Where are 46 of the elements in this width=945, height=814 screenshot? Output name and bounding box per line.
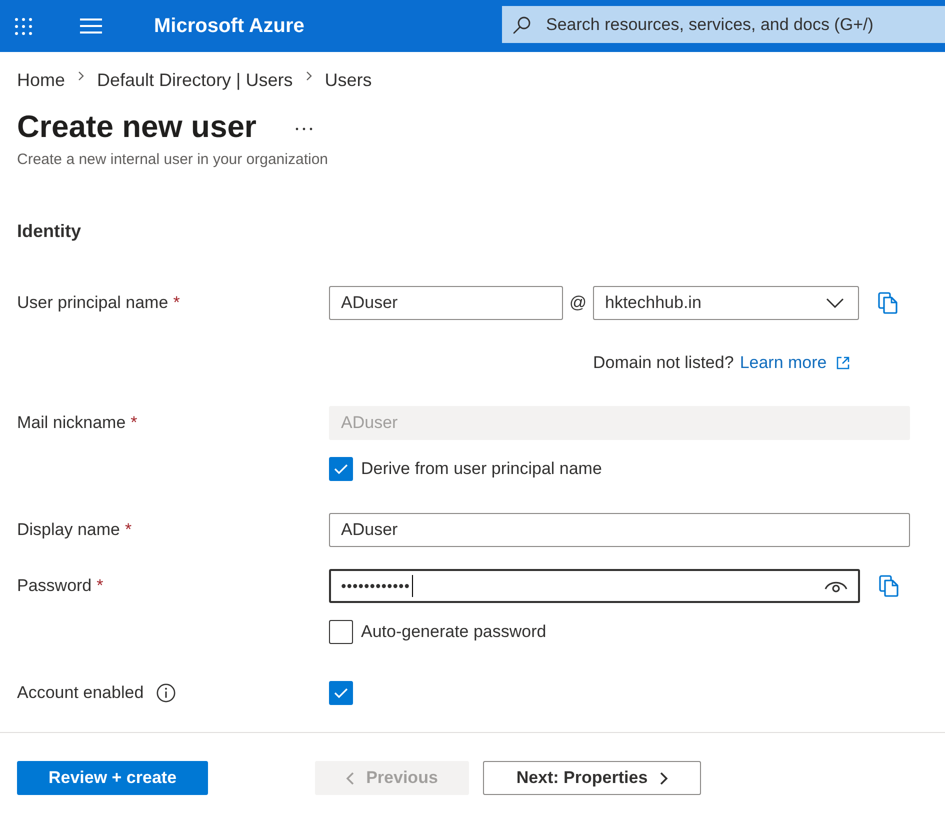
section-heading: Identity [17, 220, 82, 243]
more-icon[interactable] [294, 127, 312, 131]
checkbox[interactable] [329, 620, 353, 644]
helper-text: Domain not listed? [593, 353, 734, 373]
learn-more-link[interactable]: Learn more [740, 353, 850, 373]
checkbox[interactable] [329, 681, 353, 705]
chevron-right-icon [660, 772, 668, 784]
required-mark: * [96, 576, 104, 596]
chevron-down-icon [826, 298, 844, 308]
field-label: Password [17, 576, 92, 596]
username-field[interactable]: ADuser [329, 286, 563, 320]
page-title: Create new user [17, 109, 256, 145]
at-sign: @ [568, 293, 588, 313]
search-field[interactable]: Search resources, services, and docs (G+/) [502, 6, 945, 43]
next-button[interactable]: Next: Properties [483, 761, 701, 795]
checkbox-label: Auto-generate password [361, 622, 546, 642]
page-subtitle: Create a new internal user in your organization [17, 150, 328, 170]
required-mark: * [130, 413, 138, 433]
external-link-icon [836, 356, 850, 370]
copy-icon[interactable] [878, 292, 898, 314]
field-label: Account enabled [17, 683, 144, 703]
field-label: Display name [17, 520, 120, 540]
field-label: User principal name [17, 293, 168, 313]
domain-dropdown[interactable]: hktechhub.in [593, 286, 859, 320]
text-field[interactable]: ADuser [329, 513, 910, 547]
chevron-right-icon [78, 71, 84, 81]
info-icon[interactable] [156, 683, 176, 703]
required-mark: * [173, 293, 180, 313]
required-mark: * [125, 520, 132, 540]
breadcrumb-link[interactable]: Users [324, 70, 372, 90]
eye-icon[interactable] [824, 579, 848, 593]
copy-icon[interactable] [879, 575, 899, 597]
chevron-right-icon [306, 71, 312, 81]
app-grid-icon[interactable] [15, 18, 32, 34]
menu-icon[interactable] [80, 18, 102, 34]
breadcrumb-link[interactable]: Default Directory | Users [97, 70, 293, 90]
chevron-left-icon [346, 772, 354, 784]
breadcrumb-link[interactable]: Home [17, 70, 66, 90]
checkmark-icon [334, 464, 348, 474]
checkbox-label: Derive from user principal name [361, 459, 602, 479]
review-create-button[interactable]: Review + create [17, 761, 208, 795]
search-icon [513, 16, 531, 34]
password-field[interactable]: •••••••••••• [329, 569, 860, 603]
checkmark-icon [334, 688, 348, 698]
field-label: Mail nickname [17, 413, 126, 433]
portal-title-link[interactable]: Microsoft Azure [154, 14, 304, 38]
